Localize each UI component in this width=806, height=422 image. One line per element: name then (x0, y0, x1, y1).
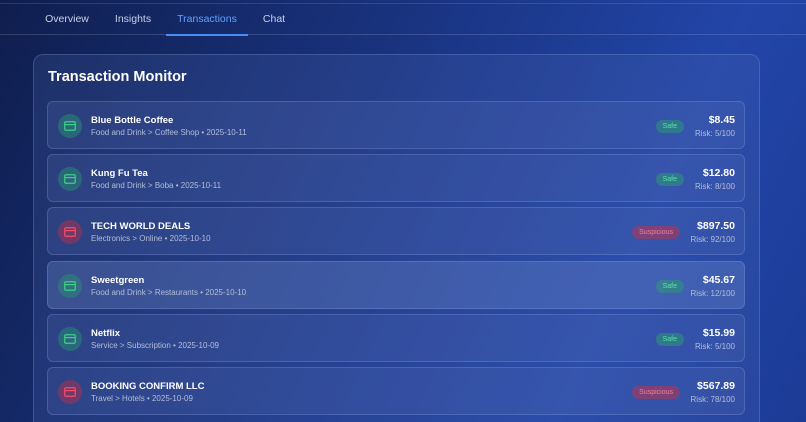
tab-overview[interactable]: Overview (40, 4, 94, 35)
transaction-meta: Food and Drink > Coffee Shop • 2025-10-1… (91, 128, 247, 137)
merchant-name: Sweetgreen (91, 275, 145, 286)
credit-card-icon (58, 274, 82, 298)
merchant-name: Kung Fu Tea (91, 168, 148, 179)
credit-card-icon (58, 167, 82, 191)
transaction-amount: $8.45 (708, 114, 735, 126)
transaction-row[interactable]: BOOKING CONFIRM LLC Travel > Hotels • 20… (47, 367, 745, 415)
transaction-amount: $15.99 (702, 327, 735, 339)
transaction-row[interactable]: TECH WORLD DEALS Electronics > Online • … (47, 207, 745, 255)
status-badge: Safe (655, 333, 684, 346)
credit-card-icon (58, 327, 82, 351)
status-badge: Safe (655, 173, 684, 186)
transaction-meta: Electronics > Online • 2025-10-10 (91, 234, 211, 243)
transaction-row[interactable]: Blue Bottle Coffee Food and Drink > Coff… (47, 101, 745, 149)
transaction-meta: Food and Drink > Boba • 2025-10-11 (91, 181, 222, 190)
transaction-amount: $12.80 (702, 167, 735, 179)
risk-score: Risk: 78/100 (690, 395, 735, 404)
transaction-row[interactable]: Kung Fu Tea Food and Drink > Boba • 2025… (47, 154, 745, 202)
risk-score: Risk: 92/100 (690, 235, 735, 244)
credit-card-icon (58, 380, 82, 404)
status-badge: Suspicious (632, 386, 680, 399)
merchant-name: Netflix (91, 328, 121, 339)
transaction-meta: Food and Drink > Restaurants • 2025-10-1… (91, 288, 247, 297)
status-badge: Safe (655, 280, 684, 293)
status-badge: Safe (655, 120, 684, 133)
tab-bar: Overview Insights Transactions Chat (0, 4, 806, 36)
risk-score: Risk: 8/100 (694, 182, 735, 191)
tab-insights[interactable]: Insights (110, 4, 156, 35)
tab-chat[interactable]: Chat (258, 4, 290, 35)
merchant-name: BOOKING CONFIRM LLC (91, 381, 205, 392)
risk-score: Risk: 5/100 (694, 342, 735, 351)
transaction-meta: Service > Subscription • 2025-10-09 (91, 341, 219, 350)
risk-score: Risk: 5/100 (694, 129, 735, 138)
transaction-amount: $567.89 (697, 380, 735, 392)
merchant-name: TECH WORLD DEALS (91, 221, 191, 232)
transaction-amount: $45.67 (702, 274, 735, 286)
credit-card-icon (58, 114, 82, 138)
merchant-name: Blue Bottle Coffee (91, 115, 174, 126)
transaction-amount: $897.50 (697, 220, 735, 232)
tab-transactions[interactable]: Transactions (166, 4, 248, 36)
transaction-row[interactable]: Netflix Service > Subscription • 2025-10… (47, 314, 745, 362)
risk-score: Risk: 12/100 (690, 289, 735, 298)
transaction-monitor-panel: Transaction Monitor Blue Bottle Coffee F… (33, 54, 760, 422)
status-badge: Suspicious (632, 226, 680, 239)
transaction-row[interactable]: Sweetgreen Food and Drink > Restaurants … (47, 261, 745, 309)
credit-card-icon (58, 220, 82, 244)
transaction-meta: Travel > Hotels • 2025-10-09 (91, 394, 193, 403)
page-title: Transaction Monitor (48, 69, 187, 85)
